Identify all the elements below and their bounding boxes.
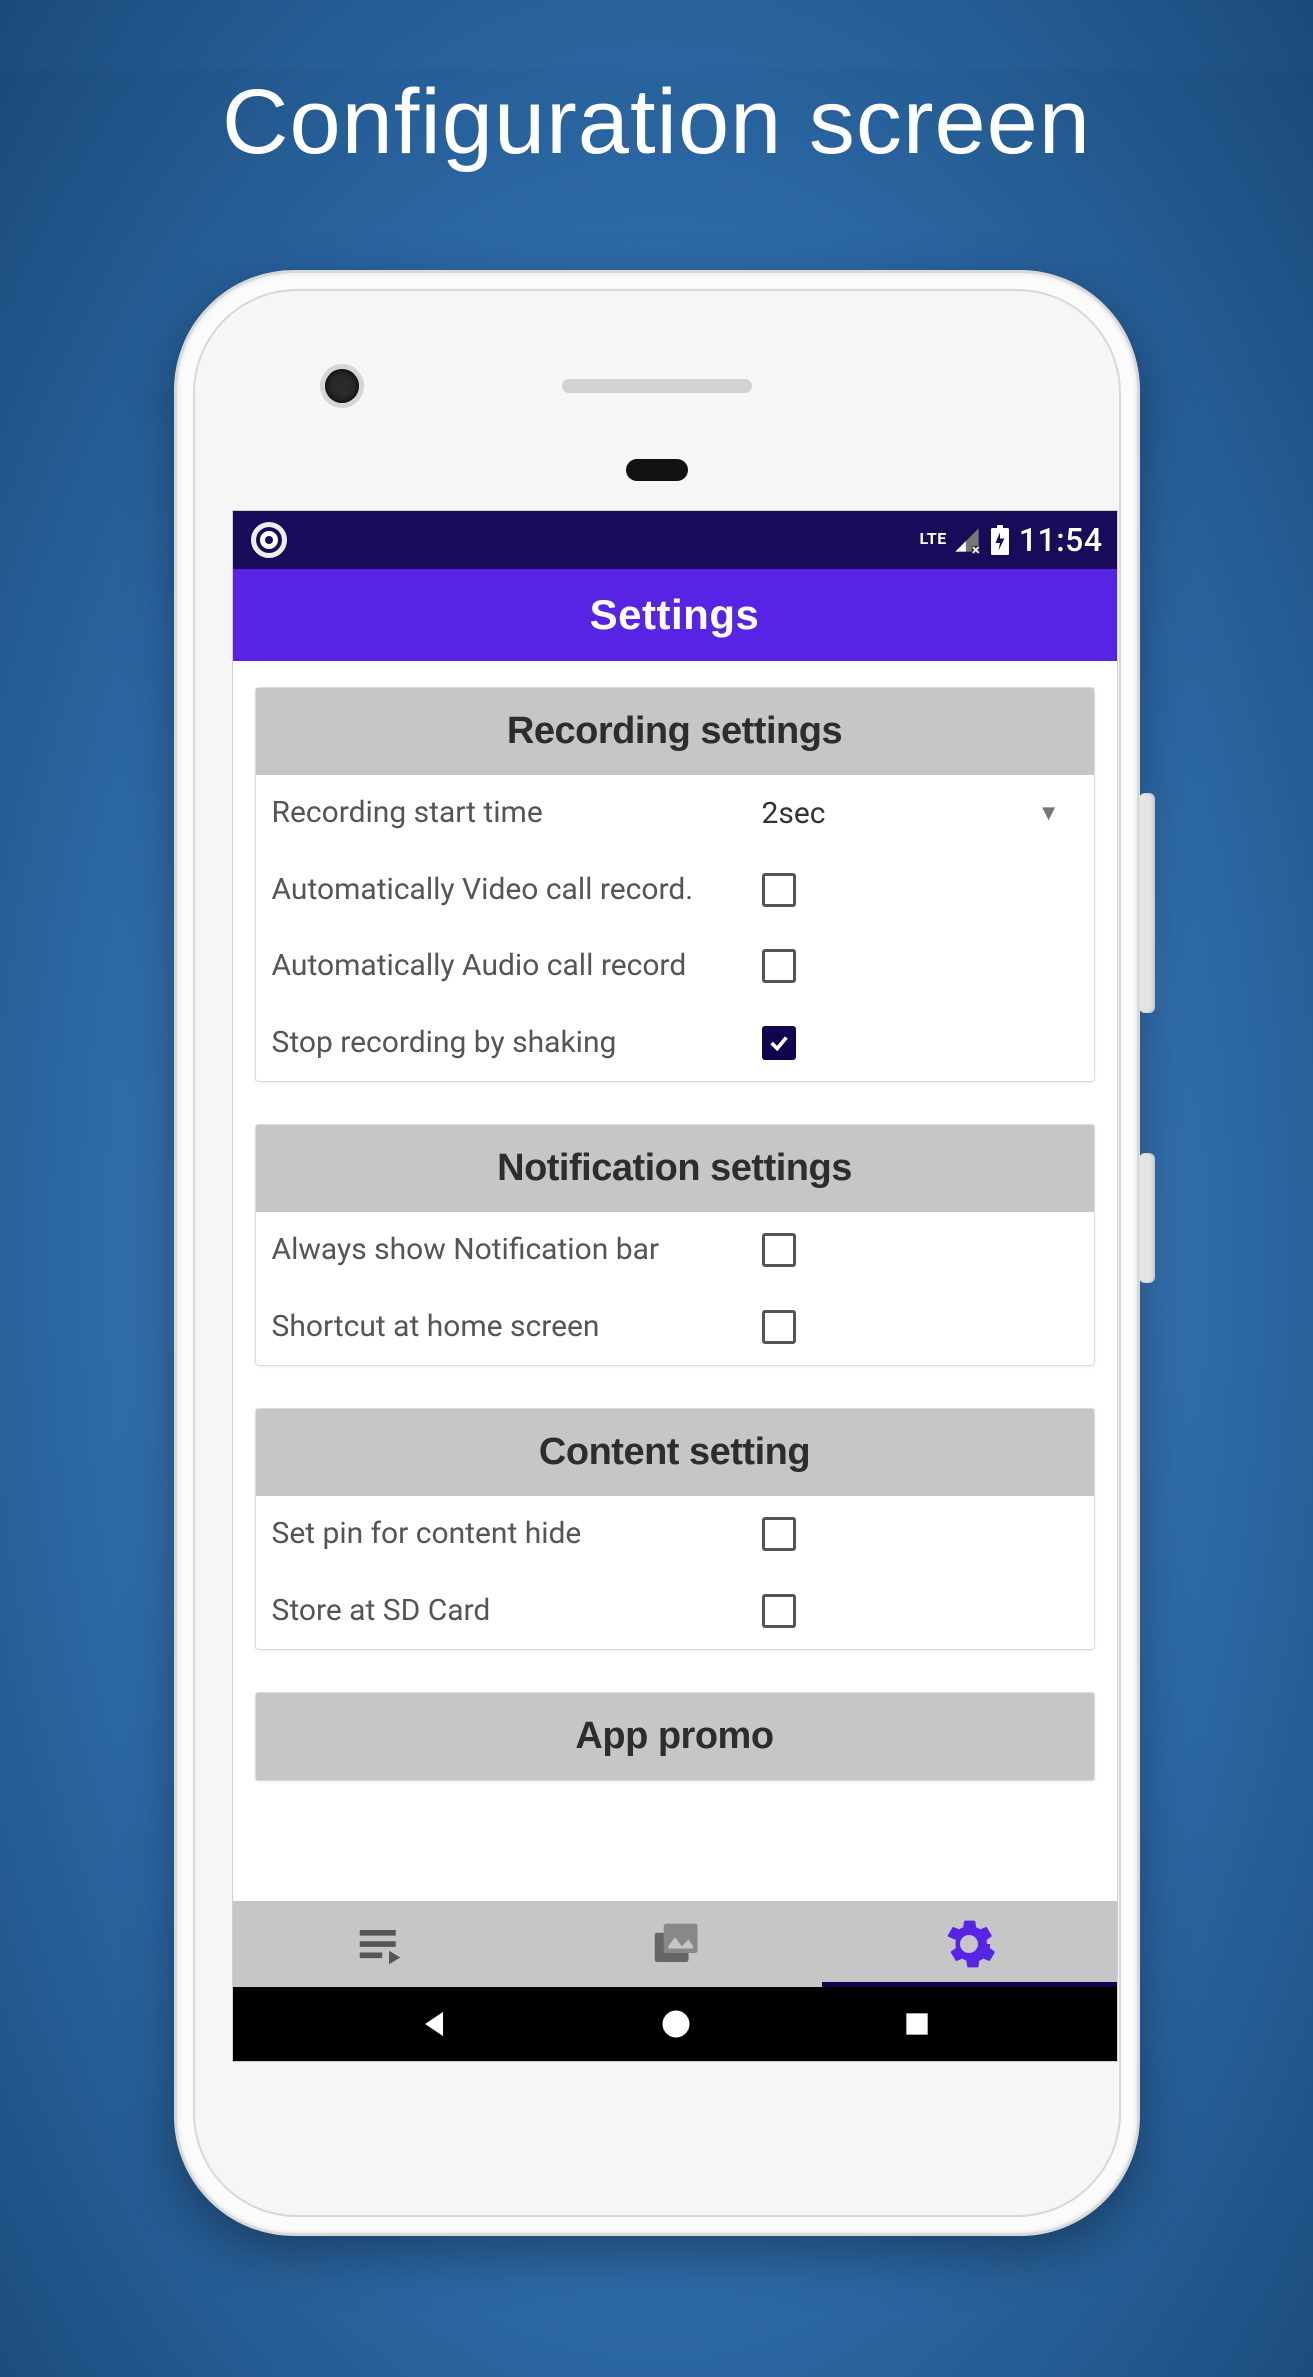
network-lte-label: LTE (920, 529, 947, 548)
gallery-icon (648, 1917, 702, 1971)
notification-settings-header: Notification settings (256, 1125, 1094, 1212)
signal-icon (953, 526, 981, 554)
app-promo-card: App promo (255, 1692, 1095, 1781)
content-setting-card: Content setting Set pin for content hide… (255, 1408, 1095, 1650)
status-bar: LTE 11:54 (233, 511, 1117, 569)
stop-shake-row[interactable]: Stop recording by shaking (256, 1005, 1094, 1082)
recording-start-time-row[interactable]: Recording start time 2sec ▼ (256, 775, 1094, 852)
auto-audio-row[interactable]: Automatically Audio call record (256, 928, 1094, 1005)
notification-settings-card: Notification settings Always show Notifi… (255, 1124, 1095, 1366)
recording-start-time-value: 2sec (762, 796, 1038, 831)
recording-start-time-dropdown[interactable]: 2sec ▼ (762, 796, 1078, 831)
nav-home-icon[interactable] (658, 2006, 694, 2042)
phone-screen: LTE 11:54 Settin (233, 511, 1117, 2061)
bottom-tab-bar (233, 1901, 1117, 1987)
show-notification-bar-label: Always show Notification bar (272, 1230, 762, 1271)
page-title: Configuration screen (0, 70, 1313, 175)
phone-speaker (562, 379, 752, 393)
app-promo-header: App promo (256, 1693, 1094, 1780)
app-bar: Settings (233, 569, 1117, 661)
phone-camera (325, 369, 359, 403)
store-sd-checkbox[interactable] (762, 1594, 796, 1628)
android-nav-bar (233, 1987, 1117, 2061)
stop-shake-checkbox[interactable] (762, 1026, 796, 1060)
show-notification-bar-checkbox[interactable] (762, 1233, 796, 1267)
gear-icon (942, 1917, 996, 1971)
tab-gallery[interactable] (527, 1901, 822, 1987)
phone-sensor (626, 459, 688, 481)
phone-power-button (1139, 1153, 1155, 1283)
settings-content[interactable]: Recording settings Recording start time … (233, 661, 1117, 1927)
set-pin-checkbox[interactable] (762, 1517, 796, 1551)
stop-shake-label: Stop recording by shaking (272, 1023, 762, 1064)
phone-bezel: LTE 11:54 Settin (193, 289, 1121, 2217)
set-pin-label: Set pin for content hide (272, 1514, 762, 1555)
auto-video-label: Automatically Video call record. (272, 870, 762, 911)
auto-audio-checkbox[interactable] (762, 949, 796, 983)
status-ring-icon (251, 522, 287, 558)
recording-settings-header: Recording settings (256, 688, 1094, 775)
auto-video-row[interactable]: Automatically Video call record. (256, 852, 1094, 929)
clock-label: 11:54 (1019, 521, 1103, 559)
nav-back-icon[interactable] (416, 2006, 452, 2042)
home-shortcut-label: Shortcut at home screen (272, 1307, 762, 1348)
auto-video-checkbox[interactable] (762, 873, 796, 907)
chevron-down-icon: ▼ (1038, 800, 1060, 826)
auto-audio-label: Automatically Audio call record (272, 946, 762, 987)
phone-volume-button (1139, 793, 1155, 1013)
tab-list[interactable] (233, 1901, 528, 1987)
nav-recent-icon[interactable] (901, 2008, 933, 2040)
home-shortcut-checkbox[interactable] (762, 1310, 796, 1344)
home-shortcut-row[interactable]: Shortcut at home screen (256, 1289, 1094, 1366)
tab-settings[interactable] (822, 1901, 1117, 1987)
recording-start-time-label: Recording start time (272, 793, 762, 834)
content-setting-header: Content setting (256, 1409, 1094, 1496)
phone-mockup: LTE 11:54 Settin (174, 270, 1140, 2236)
playlist-icon (353, 1917, 407, 1971)
set-pin-row[interactable]: Set pin for content hide (256, 1496, 1094, 1573)
store-sd-label: Store at SD Card (272, 1591, 762, 1632)
show-notification-bar-row[interactable]: Always show Notification bar (256, 1212, 1094, 1289)
recording-settings-card: Recording settings Recording start time … (255, 687, 1095, 1082)
store-sd-row[interactable]: Store at SD Card (256, 1573, 1094, 1650)
app-bar-title: Settings (590, 591, 760, 639)
battery-charging-icon (991, 525, 1009, 555)
